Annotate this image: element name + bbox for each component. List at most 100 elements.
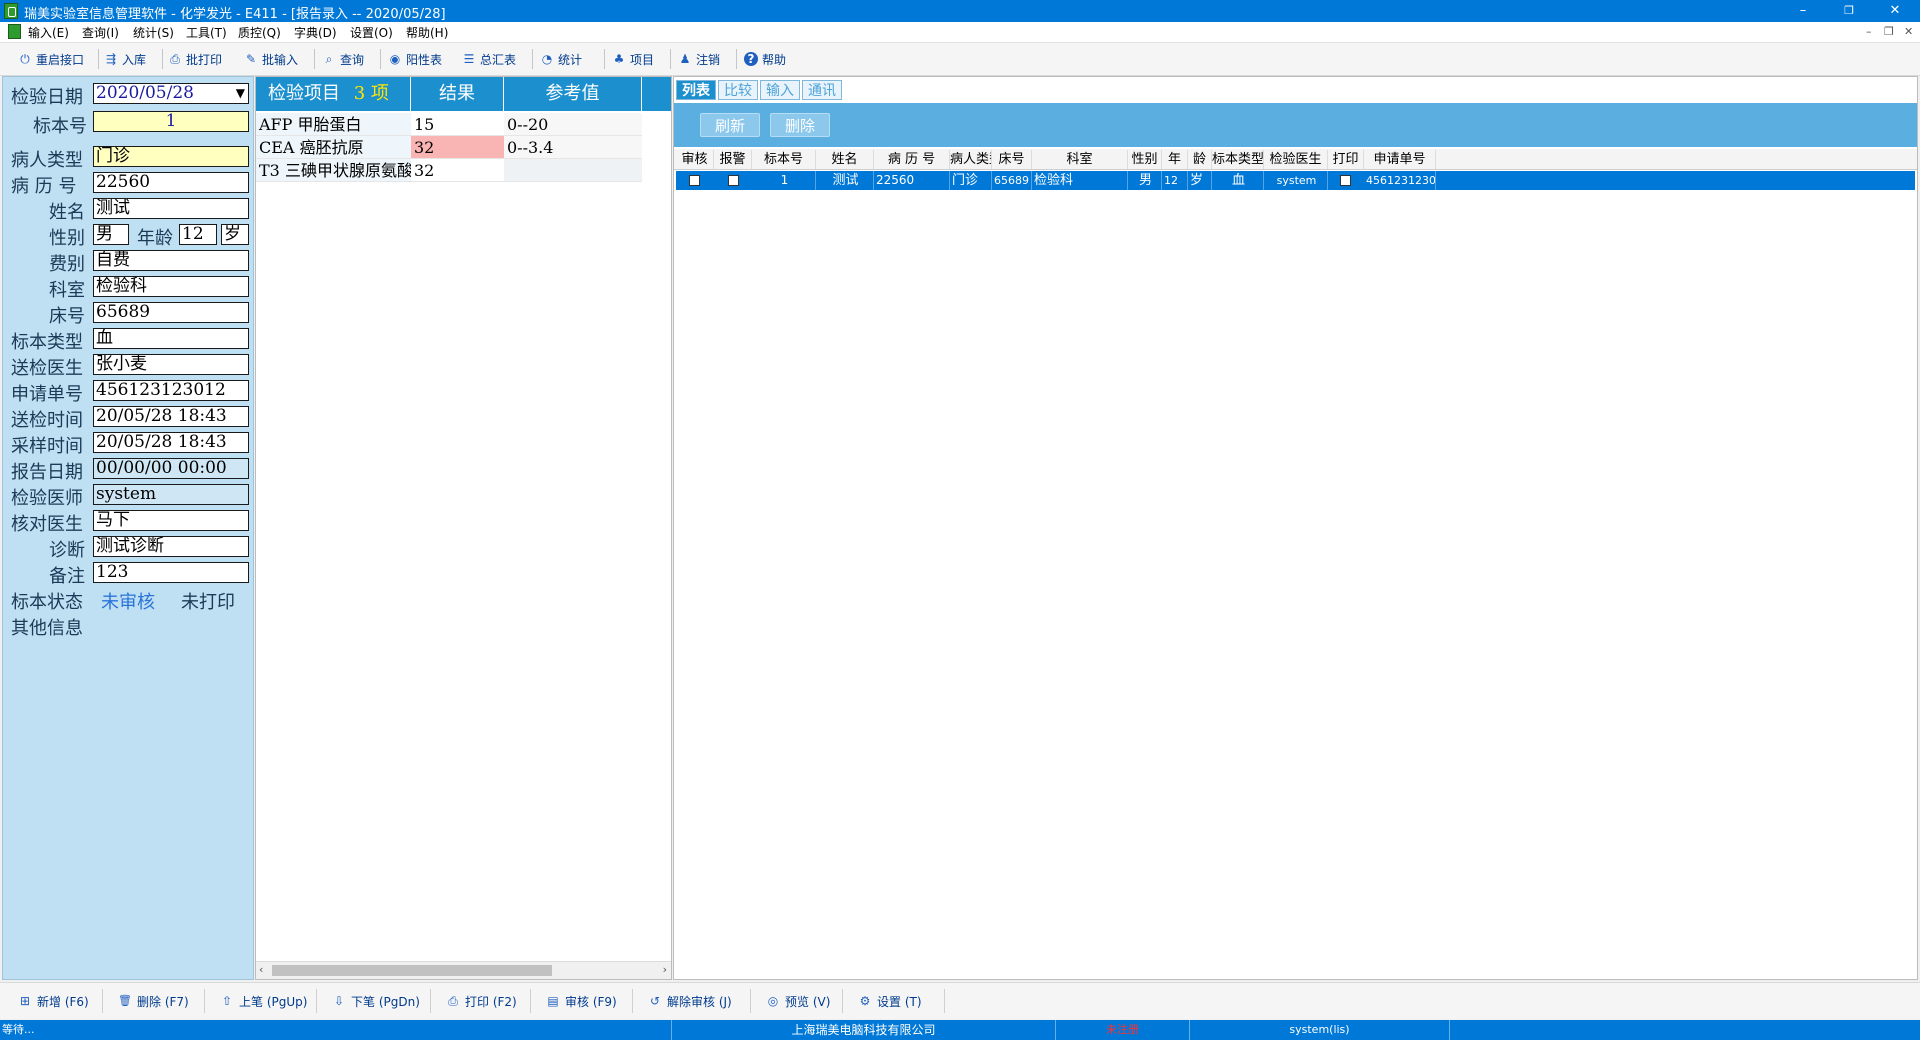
statistics-button[interactable]: ◔ 统计 [540,50,582,68]
age-field[interactable]: 12 [179,224,217,245]
patient-type-field[interactable]: 门诊 [93,146,249,167]
tab-list[interactable]: 列表 [676,80,716,100]
delete-button[interactable]: 🗑 删除 (F7) [118,993,189,1009]
grid-header-filler [642,77,671,111]
grid-cell-result[interactable]: 32 [411,159,504,182]
col-patient-type[interactable]: 病人类型 [950,150,992,169]
review-button[interactable]: ▤ 审核 (F9) [546,993,616,1009]
col-print[interactable]: 打印 [1328,150,1364,169]
gender-field[interactable]: 男 [93,224,129,245]
mdi-minimize-button[interactable]: – [1866,25,1872,38]
grid-cell-result[interactable]: 15 [411,113,504,136]
name-field[interactable]: 测试 [93,198,249,219]
horizontal-scrollbar[interactable]: ‹ › [256,961,671,979]
bed-no-field[interactable]: 65689 [93,302,249,323]
col-specimen-type[interactable]: 标本类型 [1212,150,1264,169]
fee-type-field[interactable]: 自费 [93,250,249,271]
restart-interface-button[interactable]: ⏻ 重启接口 [18,50,84,68]
specimen-type-field[interactable]: 血 [93,328,249,349]
grid-cell-item[interactable]: T3 三碘甲状腺原氨酸 [256,159,411,182]
alarm-checkbox[interactable] [728,175,739,186]
col-record-no[interactable]: 病 历 号 [874,150,950,169]
age-unit-field[interactable]: 岁 [221,224,249,245]
positive-table-button[interactable]: ◉ 阳性表 [388,50,442,68]
batch-print-button[interactable]: ⎙ 批打印 [168,50,222,68]
batch-input-button[interactable]: ✎ 批输入 [244,50,298,68]
print-status-text: 未打印 [181,592,235,613]
settings-button[interactable]: ⚙ 设置 (T) [858,993,922,1009]
specimen-no-field[interactable]: 1 [93,111,249,132]
col-specimen-no[interactable]: 标本号 [752,150,816,169]
grid-cell-result-abnormal[interactable]: 32 [411,136,504,159]
row-record-no: 22560 [874,171,950,190]
close-button[interactable]: ✕ [1872,0,1918,22]
minimize-button[interactable]: – [1780,0,1826,22]
mdi-close-button[interactable]: ✕ [1904,25,1913,38]
preview-button[interactable]: ◎ 预览 (V) [766,993,831,1009]
menu-tools[interactable]: 工具(T) [186,24,227,41]
col-doctor[interactable]: 检验医生 [1264,150,1328,169]
delete-record-button[interactable]: 删除 [770,113,830,137]
row-age: 12 [1162,171,1188,190]
cancel-review-button[interactable]: ↺ 解除审核 (J) [648,993,732,1009]
positive-icon: ◉ [389,52,401,66]
next-record-button[interactable]: ⇩ 下笔 (PgDn) [332,993,420,1009]
col-gender[interactable]: 性别 [1128,150,1162,169]
mdi-restore-button[interactable]: ❐ [1884,25,1894,38]
menu-dictionary[interactable]: 字典(D) [294,24,337,41]
send-time-label: 送检时间 [11,410,83,431]
review-checkbox[interactable] [689,175,700,186]
col-name[interactable]: 姓名 [816,150,874,169]
scroll-left-icon[interactable]: ‹ [259,963,263,976]
tab-communication[interactable]: 通讯 [802,80,842,100]
remark-field[interactable]: 123 [93,562,249,583]
items-button[interactable]: ♣ 项目 [612,50,654,68]
refresh-button[interactable]: 刷新 [700,113,760,137]
request-no-field[interactable]: 456123123012 [93,380,249,401]
send-time-field[interactable]: 20/05/28 18:43 [93,406,249,427]
report-date-field[interactable]: 00/00/00 00:00 [93,458,249,479]
col-department[interactable]: 科室 [1032,150,1128,169]
menu-input[interactable]: 输入(E) [28,24,69,41]
col-bed[interactable]: 床号 [992,150,1032,169]
col-age[interactable]: 年 [1162,150,1188,169]
review-status-text: 未审核 [101,592,155,613]
grid-cell-item[interactable]: CEA 癌胚抗原 [256,136,411,159]
col-review[interactable]: 审核 [676,150,714,169]
print-button[interactable]: ⎙ 打印 (F2) [446,993,517,1009]
previous-record-button[interactable]: ⇧ 上笔 (PgUp) [220,993,307,1009]
add-button[interactable]: ⊞ 新增 (F6) [18,993,89,1009]
test-date-picker[interactable]: 2020/05/28 ▼ [93,83,249,104]
record-no-field[interactable]: 22560 [93,172,249,193]
menu-settings[interactable]: 设置(O) [350,24,393,41]
logout-button[interactable]: ♟ 注销 [678,50,720,68]
menu-qc[interactable]: 质控(Q) [238,24,281,41]
grid-cell-reference: 0--20 [504,113,642,136]
tab-compare[interactable]: 比较 [718,80,758,100]
sending-doctor-field[interactable]: 张小麦 [93,354,249,375]
scrollbar-thumb[interactable] [272,965,552,976]
import-button[interactable]: ⇶ 入库 [104,50,146,68]
name-label: 姓名 [49,202,85,223]
check-doctor-field[interactable]: 马下 [93,510,249,531]
print-checkbox[interactable] [1340,175,1351,186]
query-button[interactable]: ⌕ 查询 [322,50,364,68]
department-field[interactable]: 检验科 [93,276,249,297]
scroll-right-icon[interactable]: › [663,963,667,976]
diagnosis-field[interactable]: 测试诊断 [93,536,249,557]
col-alarm[interactable]: 报警 [714,150,752,169]
col-request-no[interactable]: 申请单号 [1364,150,1436,169]
summary-table-button[interactable]: ☰ 总汇表 [462,50,516,68]
menu-query[interactable]: 查询(I) [82,24,119,41]
app-menu-icon[interactable] [8,24,21,39]
sample-time-field[interactable]: 20/05/28 18:43 [93,432,249,453]
import-icon: ⇶ [105,52,117,66]
menu-help[interactable]: 帮助(H) [406,24,448,41]
tab-input[interactable]: 输入 [760,80,800,100]
col-age-unit[interactable]: 龄 [1188,150,1212,169]
grid-cell-item[interactable]: AFP 甲胎蛋白 [256,113,411,136]
restore-button[interactable]: ❐ [1826,0,1872,22]
help-button[interactable]: ? 帮助 [744,50,786,68]
test-doctor-field[interactable]: system [93,484,249,505]
menu-stats[interactable]: 统计(S) [133,24,174,41]
